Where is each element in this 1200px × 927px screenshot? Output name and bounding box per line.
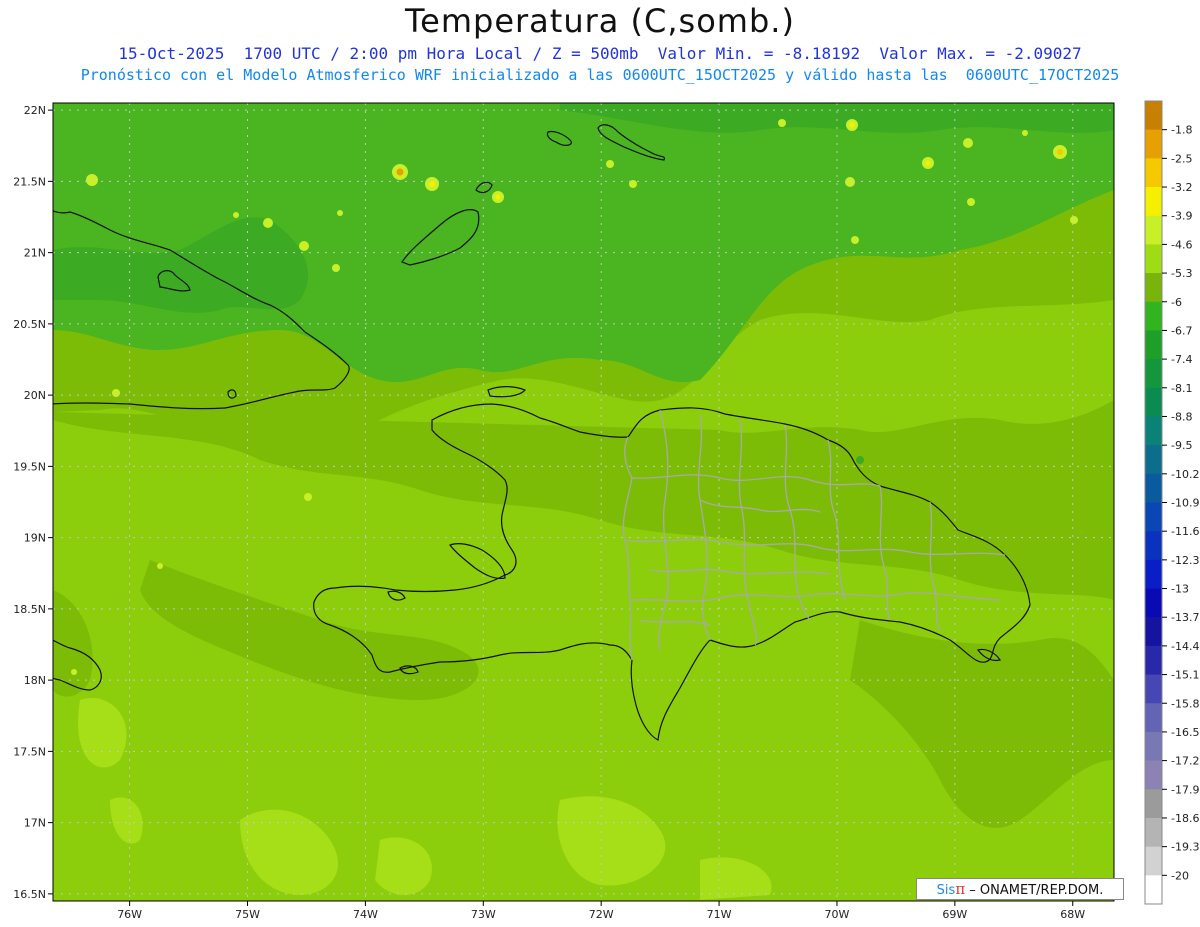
colorbar-label: -4.6 [1171, 238, 1192, 251]
colorbar-label: -17.9 [1171, 783, 1199, 796]
colorbar-swatch [1145, 817, 1162, 848]
lat-tick-label: 20.5N [13, 318, 46, 331]
colorbar-swatch [1145, 101, 1162, 131]
colorbar-label: -3.2 [1171, 181, 1192, 194]
colorbar-label: -12.3 [1171, 554, 1199, 567]
colorbar-label: -16.5 [1171, 726, 1199, 739]
colorbar-label: -15.1 [1171, 669, 1199, 682]
temperature-map: 22N 21.5N 21N 20.5N 20N 19.5N 19N 18.5N 18N 17.5N… [13, 100, 1199, 921]
lon-tick-label: 71W [707, 908, 732, 921]
colorbar-swatch [1145, 559, 1162, 590]
colorbar-swatch [1145, 875, 1162, 905]
lon-tick-label: 72W [589, 908, 614, 921]
colorbar-label: -6.7 [1171, 324, 1192, 337]
colorbar-swatch [1145, 301, 1162, 331]
colorbar-legend: -1.8 -2.5 -3.2 -3.9 -4.6 -5.3 -6 -6.7 -7.4 -8.1 -8… [1144, 100, 1199, 905]
lon-tick-label: 73W [471, 908, 496, 921]
colorbar-swatch [1145, 445, 1162, 475]
colorbar-label: -6 [1171, 296, 1182, 309]
lat-tick-label: 18N [24, 674, 46, 687]
lat-tick-label: 21.5N [13, 175, 46, 188]
temperature-field [53, 103, 1114, 901]
colorbar-swatch [1145, 789, 1162, 819]
colorbar-label: -17.2 [1171, 755, 1199, 768]
colorbar-swatch [1145, 617, 1162, 647]
colorbar-swatch [1145, 588, 1162, 618]
lat-tick-label: 20N [24, 389, 46, 402]
colorbar-label: -7.4 [1171, 353, 1192, 366]
colorbar-swatch [1145, 387, 1162, 417]
colorbar-label: -11.6 [1171, 525, 1199, 538]
credit-box: Sisπ – ONAMET/REP.DOM. [916, 878, 1124, 900]
colorbar-swatch [1145, 187, 1162, 217]
colorbar-swatch [1145, 273, 1162, 303]
colorbar-label: -5.3 [1171, 267, 1192, 280]
colorbar-swatch [1145, 531, 1162, 561]
lat-tick-label: 16.5N [13, 888, 46, 901]
colorbar-swatch [1145, 244, 1162, 274]
lon-tick-label: 76W [117, 908, 142, 921]
colorbar-swatch [1145, 330, 1162, 360]
latitude-axis: 22N 21.5N 21N 20.5N 20N 19.5N 19N 18.5N 18N 17.5N… [13, 104, 53, 901]
colorbar-swatch [1145, 674, 1162, 704]
colorbar-label: -13.7 [1171, 611, 1199, 624]
colorbar-swatch [1145, 703, 1162, 733]
colorbar-swatch [1145, 129, 1162, 159]
credit-pi: π [955, 880, 966, 898]
colorbar-label: -10.9 [1171, 497, 1199, 510]
colorbar-label: -2.5 [1171, 152, 1192, 165]
colorbar-label: -15.8 [1171, 697, 1199, 710]
lat-tick-label: 18.5N [13, 603, 46, 616]
colorbar-label: -8.1 [1171, 382, 1192, 395]
colorbar-label: -18.6 [1171, 812, 1199, 825]
lon-tick-label: 69W [942, 908, 967, 921]
lon-tick-label: 75W [235, 908, 260, 921]
colorbar-swatch [1145, 846, 1162, 876]
lat-tick-label: 17.5N [13, 745, 46, 758]
colorbar-swatch [1145, 473, 1162, 503]
colorbar-swatch [1145, 359, 1162, 389]
lat-tick-label: 19.5N [13, 460, 46, 473]
colorbar-swatch [1145, 158, 1162, 188]
colorbar-label: -3.9 [1171, 210, 1192, 223]
colorbar-label: -14.4 [1171, 640, 1199, 653]
colorbar-label: -13 [1171, 583, 1189, 596]
lon-tick-label: 68W [1060, 908, 1085, 921]
colorbar-swatch [1145, 502, 1162, 532]
colorbar-label: -19.3 [1171, 841, 1199, 854]
colorbar-swatch [1145, 731, 1162, 762]
colorbar-label: -20 [1171, 869, 1189, 882]
colorbar-swatch [1145, 760, 1162, 790]
lat-tick-label: 21N [24, 247, 46, 260]
longitude-axis: 76W 75W 74W 73W 72W 71W 70W 69W 68W [117, 901, 1085, 921]
colorbar-swatch [1145, 215, 1162, 245]
colorbar-label: -1.8 [1171, 124, 1192, 137]
colorbar-label: -8.8 [1171, 410, 1192, 423]
credit-org: – ONAMET/REP.DOM. [965, 883, 1104, 898]
lat-tick-label: 17N [24, 817, 46, 830]
colorbar-label: -9.5 [1171, 439, 1192, 452]
lat-tick-label: 22N [24, 104, 46, 117]
lon-tick-label: 70W [825, 908, 850, 921]
credit-sis: Sis [936, 883, 956, 898]
colorbar-swatch [1145, 645, 1162, 676]
colorbar-swatch [1145, 416, 1162, 446]
colorbar-label: -10.2 [1171, 468, 1199, 481]
lon-tick-label: 74W [353, 908, 378, 921]
lat-tick-label: 19N [24, 532, 46, 545]
